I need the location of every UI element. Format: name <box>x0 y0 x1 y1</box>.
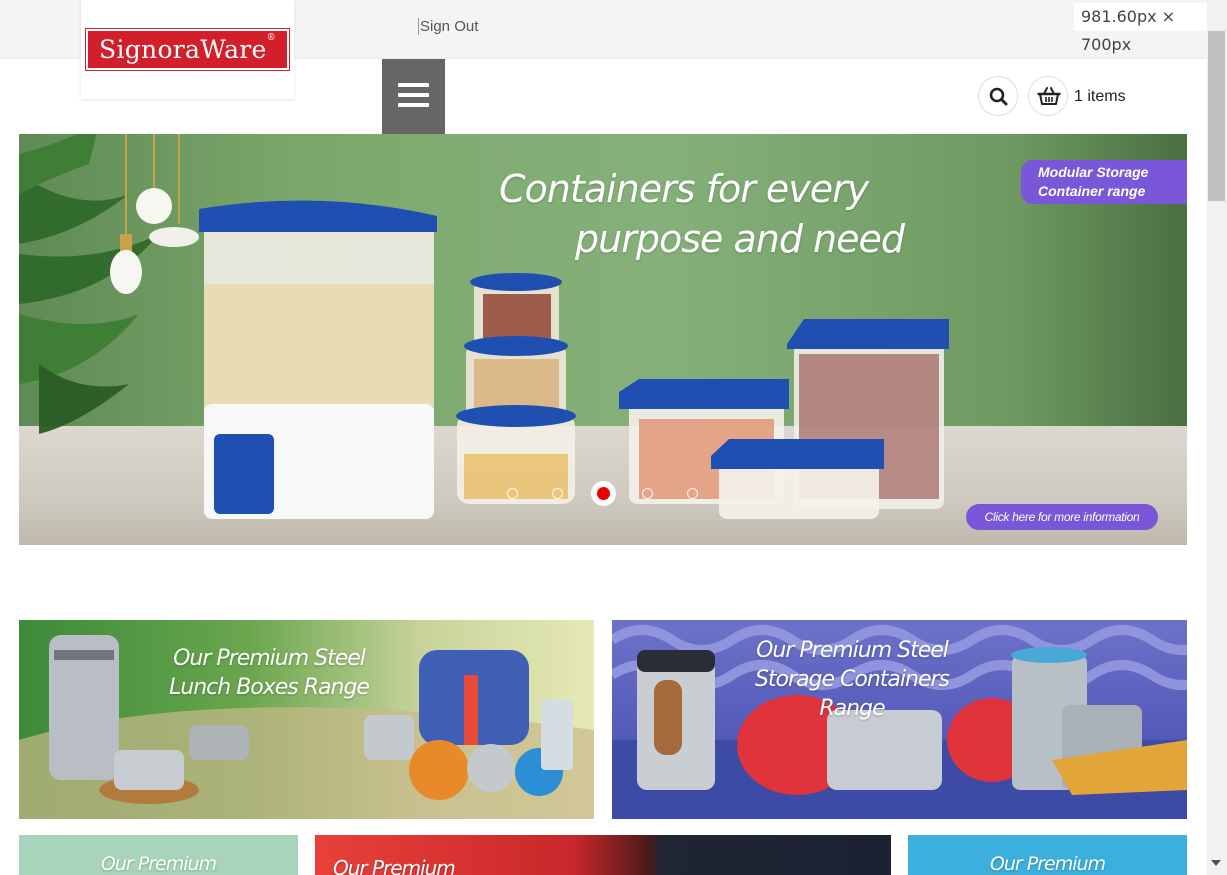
promo-tile-3[interactable]: Our Premium <box>19 835 298 875</box>
promo-tile-5-title: Our Premium <box>989 853 1106 875</box>
promo-storage-line-2: Storage Containers Range <box>754 667 950 721</box>
promo-storage-line-1: Our Premium Steel <box>756 638 949 663</box>
hamburger-icon-bar-middle <box>398 93 429 97</box>
cart-item-count[interactable]: 1 items <box>1074 88 1126 106</box>
sign-out-link[interactable]: Sign Out <box>418 18 478 35</box>
registered-mark: ® <box>266 33 276 43</box>
brand-name: SignoraWare <box>99 35 267 64</box>
scrollbar-thumb[interactable] <box>1208 31 1225 201</box>
promo-lunch-boxes-title: Our Premium Steel Lunch Boxes Range <box>159 644 379 702</box>
hero-tag-line-1: Modular Storage <box>1038 164 1149 180</box>
search-button[interactable] <box>978 76 1018 116</box>
hero-headline-line-1: Containers for every <box>499 167 869 211</box>
promo-lunch-boxes[interactable]: Our Premium Steel Lunch Boxes Range <box>19 620 594 819</box>
carousel-dot-1[interactable] <box>507 488 518 499</box>
promo-tile-4[interactable]: Our Premium <box>315 835 891 875</box>
carousel-dot-2[interactable] <box>552 488 563 499</box>
hero-tag: Modular Storage Container range <box>1021 160 1187 204</box>
promo-lunch-boxes-line-1: Our Premium Steel <box>173 646 366 671</box>
carousel-dot-5[interactable] <box>687 488 698 499</box>
cart-button[interactable] <box>1028 76 1068 116</box>
hero-cta-button[interactable]: Click here for more information <box>966 504 1158 530</box>
brand-logo[interactable]: SignoraWare® <box>85 28 290 71</box>
promo-tile-5[interactable]: Our Premium <box>908 835 1187 875</box>
hero-tag-line-2: Container range <box>1038 183 1146 199</box>
promo-storage-containers[interactable]: Our Premium Steel Storage Containers Ran… <box>612 620 1187 819</box>
logo-container[interactable]: SignoraWare® <box>81 0 294 99</box>
round-canisters <box>456 273 576 504</box>
carousel-dot-4[interactable] <box>642 488 653 499</box>
promo-tile-4-title: Our Premium <box>333 856 456 875</box>
promo-tile-3-title: Our Premium <box>100 853 217 875</box>
scroll-down-arrow-icon[interactable] <box>1210 858 1222 868</box>
hero-headline-line-2: purpose and need <box>575 217 905 261</box>
search-icon <box>989 87 1008 106</box>
pendant-lamp <box>110 134 199 294</box>
hero-headline: Containers for every purpose and need <box>489 164 919 264</box>
hamburger-icon-bar-bottom <box>398 103 429 107</box>
square-containers <box>619 319 949 519</box>
hero-banner[interactable]: Containers for every purpose and need Mo… <box>19 134 1187 545</box>
promo-storage-title: Our Premium Steel Storage Containers Ran… <box>737 636 967 723</box>
menu-button[interactable] <box>382 59 445 134</box>
hamburger-icon-bar-top <box>398 83 429 87</box>
basket-icon <box>1037 87 1061 105</box>
rice-dispenser <box>199 200 437 519</box>
promo-lunch-boxes-line-2: Lunch Boxes Range <box>169 675 370 700</box>
carousel-dot-3-active[interactable] <box>591 481 616 506</box>
viewport-size-readout: 981.60px × 700px <box>1074 3 1224 54</box>
